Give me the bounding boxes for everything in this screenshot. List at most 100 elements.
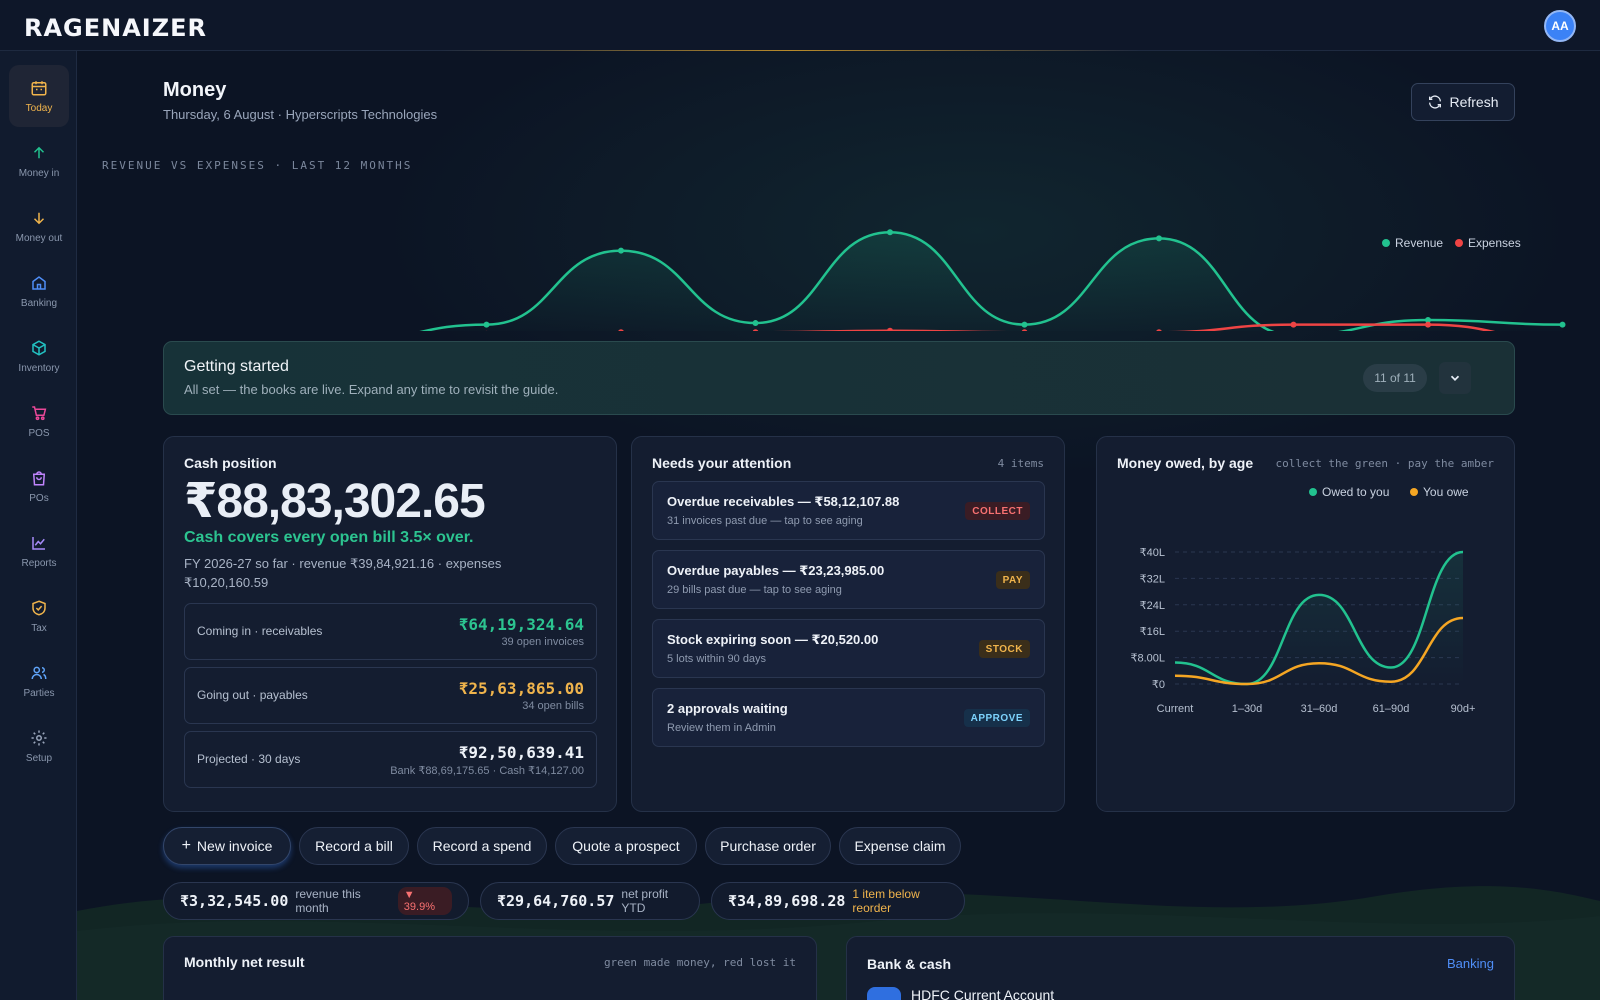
sidebar-item-label: Inventory [18, 362, 60, 374]
attention-sub: 29 bills past due — tap to see aging [667, 584, 842, 596]
sidebar-item-parties[interactable]: Parties [9, 650, 69, 712]
kpi-value: ₹3,32,545.00 [180, 892, 289, 910]
user-avatar[interactable]: AA [1544, 10, 1576, 42]
revenue-area [425, 232, 1563, 331]
money-owed-chart: ₹0 ₹8.00L ₹16L ₹24L ₹32L ₹40L Current 1–30d 31–6… [1130, 547, 1475, 715]
x-tick-label: Current [1157, 703, 1194, 715]
revenue-point [1559, 321, 1566, 328]
getting-started-subtitle: All set — the books are live. Expand any… [184, 382, 559, 397]
pay-tag: PAY [995, 571, 1030, 589]
kpi-revenue-month[interactable]: ₹3,32,545.00 revenue this month ▼ 39.9% [163, 882, 469, 920]
chart-icon [32, 536, 45, 550]
sidebar-item-money-out[interactable]: Money out [9, 195, 69, 257]
expense-claim-button[interactable]: Expense claim [839, 827, 961, 865]
sidebar: Today Money in Money out Banking Invento… [0, 51, 77, 1000]
kpi-label: revenue this month [295, 887, 361, 915]
kpi-net-profit[interactable]: ₹29,64,760.57 net profit YTD [480, 882, 700, 920]
legend-dot [1455, 239, 1463, 247]
refresh-button[interactable]: Refresh [1411, 83, 1515, 121]
money-owed-card: Money owed, by age collect the green · p… [1096, 436, 1515, 812]
button-label: Record a spend [432, 838, 532, 854]
bank-account-name[interactable]: HDFC Current Account [911, 987, 1054, 1000]
getting-started-panel[interactable]: Getting started All set — the books are … [163, 341, 1515, 415]
y-tick-label: ₹32L [1140, 573, 1165, 585]
kpi-label: net profit YTD [621, 887, 669, 915]
sidebar-item-today[interactable]: Today [9, 65, 69, 127]
attention-title: Overdue receivables — ₹58,12,107.88 [667, 494, 900, 509]
card-title: Monthly net result [184, 954, 305, 970]
sidebar-item-money-in[interactable]: Money in [9, 130, 69, 192]
owed-subtitle: collect the green · pay the amber [1275, 457, 1494, 470]
svg-text:RAGENAIZER: RAGENAIZER [24, 14, 207, 42]
revenue-point [1156, 235, 1162, 242]
page-title: Money [163, 79, 227, 101]
coverage-text: Cash covers every open bill 3.5× over. [184, 529, 474, 546]
sidebar-item-banking[interactable]: Banking [9, 260, 69, 322]
sidebar-item-reports[interactable]: Reports [9, 520, 69, 582]
expand-toggle-button[interactable] [1439, 362, 1471, 394]
app-logo[interactable]: RAGENAIZER [24, 14, 234, 47]
payables-row[interactable]: Going out · payables ₹25,63,865.00 34 op… [184, 667, 597, 724]
y-tick-label: ₹16L [1140, 626, 1165, 638]
attention-item-stock[interactable]: Stock expiring soon — ₹20,520.00 5 lots … [652, 619, 1045, 678]
box-icon [32, 339, 46, 356]
attention-count: 4 items [997, 457, 1044, 470]
kpi-label: 1 item below reorder [852, 887, 920, 915]
attention-item-collect[interactable]: Overdue receivables — ₹58,12,107.88 31 i… [652, 481, 1045, 540]
x-tick-label: 31–60d [1301, 703, 1338, 715]
attention-sub: Review them in Admin [667, 722, 776, 734]
approve-tag: APPROVE [963, 709, 1030, 727]
quote-prospect-button[interactable]: Quote a prospect [555, 827, 697, 865]
kpi-reorder[interactable]: ₹34,89,698.28 1 item below reorder [711, 882, 965, 920]
sidebar-item-label: Money out [15, 232, 63, 244]
banking-link[interactable]: Banking [1447, 956, 1494, 971]
button-label: Record a bill [315, 838, 393, 854]
row-sub: 34 open bills [522, 700, 584, 712]
expenses-point [1290, 321, 1297, 328]
attention-title: 2 approvals waiting [667, 701, 788, 716]
kpi-value: ₹34,89,698.28 [728, 892, 846, 910]
collect-tag: COLLECT [965, 502, 1030, 520]
sidebar-item-pos-orders[interactable]: POs [9, 455, 69, 517]
refresh-icon [1429, 95, 1442, 109]
row-amount: ₹25,63,865.00 [458, 679, 584, 698]
y-tick-label: ₹0 [1152, 679, 1165, 691]
users-icon [31, 666, 47, 679]
shield-check-icon [32, 599, 46, 616]
calendar-icon [31, 80, 47, 95]
attention-item-pay[interactable]: Overdue payables — ₹23,23,985.00 29 bill… [652, 550, 1045, 609]
legend-label: Revenue [1395, 236, 1444, 250]
attention-item-approve[interactable]: 2 approvals waiting Review them in Admin… [652, 688, 1045, 747]
legend-expenses: Expenses [1455, 236, 1521, 250]
row-label: Coming in · receivables [197, 624, 323, 638]
card-title: Cash position [184, 455, 277, 471]
projected-row[interactable]: Projected · 30 days ₹92,50,639.41 Bank ₹… [184, 731, 597, 788]
sidebar-item-label: Money in [18, 167, 60, 179]
sidebar-item-label: Banking [20, 297, 58, 309]
getting-started-title: Getting started [184, 358, 289, 375]
revenue-point [752, 320, 759, 327]
button-label: Expense claim [854, 838, 946, 854]
purchase-order-button[interactable]: Purchase order [705, 827, 831, 865]
expenses-point [1425, 321, 1431, 328]
row-sub: Bank ₹88,69,175.65 · Cash ₹14,127.00 [390, 765, 584, 777]
stock-tag: STOCK [978, 640, 1030, 658]
monthly-net-subtitle: green made money, red lost it [603, 956, 796, 969]
y-tick-label: ₹8.00L [1130, 653, 1165, 665]
card-title: Needs your attention [652, 455, 792, 471]
record-spend-button[interactable]: Record a spend [417, 827, 547, 865]
record-bill-button[interactable]: Record a bill [299, 827, 409, 865]
new-invoice-button[interactable]: + New invoice [163, 827, 291, 865]
sidebar-item-label: POS [28, 427, 50, 439]
arrow-up-icon [33, 146, 45, 158]
sidebar-item-tax[interactable]: Tax [9, 585, 69, 647]
top-bar: RAGENAIZER AA [0, 0, 1600, 51]
revenue-point [483, 321, 490, 328]
fy-summary: FY 2026-27 so far · revenue ₹39,84,921.1… [184, 556, 502, 590]
sidebar-item-inventory[interactable]: Inventory [9, 325, 69, 387]
monthly-net-card: Monthly net result green made money, red… [163, 936, 817, 1000]
sidebar-item-setup[interactable]: Setup [9, 715, 69, 777]
sidebar-item-pos[interactable]: POS [9, 390, 69, 452]
receivables-row[interactable]: Coming in · receivables ₹64,19,324.64 39… [184, 603, 597, 660]
plus-icon: + [181, 837, 191, 854]
